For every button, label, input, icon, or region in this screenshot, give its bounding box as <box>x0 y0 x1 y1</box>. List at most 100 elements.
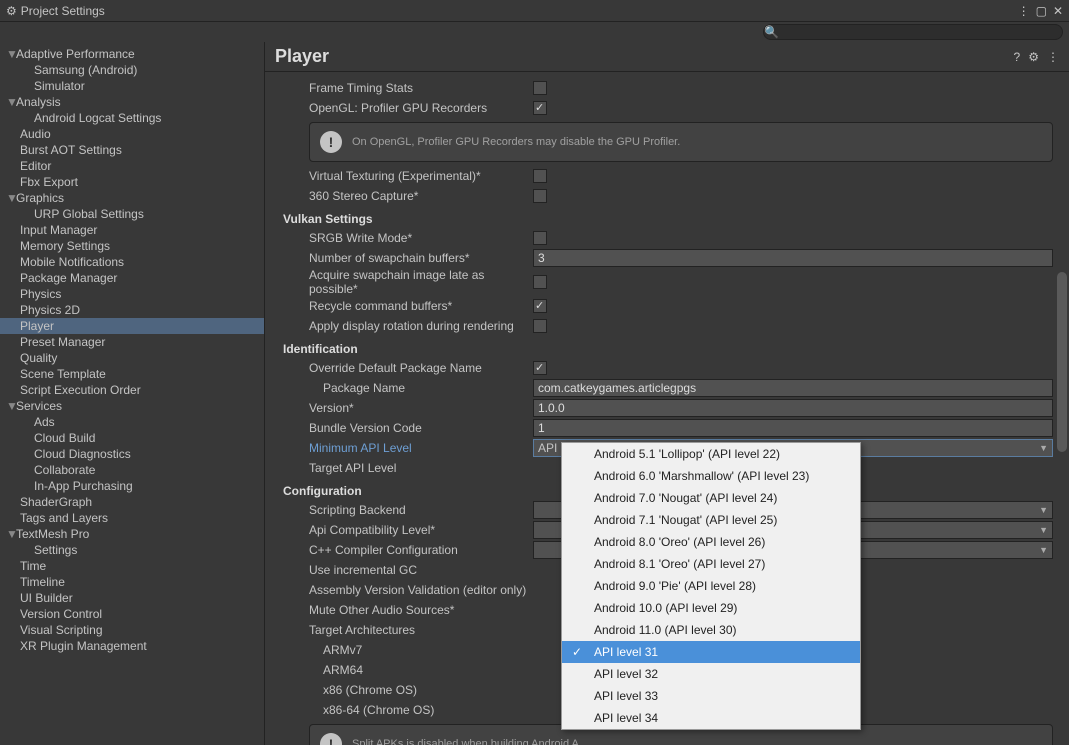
sidebar-item[interactable]: Scene Template <box>0 366 264 382</box>
dropdown-option[interactable]: Android 5.1 'Lollipop' (API level 22) <box>562 443 860 465</box>
sidebar-item[interactable]: Tags and Layers <box>0 510 264 526</box>
dropdown-option[interactable]: API level 34 <box>562 707 860 729</box>
acquire-late-checkbox[interactable] <box>533 275 547 289</box>
sidebar-item[interactable]: In-App Purchasing <box>0 478 264 494</box>
sidebar-item[interactable]: Preset Manager <box>0 334 264 350</box>
sidebar-item[interactable]: Ads <box>0 414 264 430</box>
dropdown-option[interactable]: API level 31 <box>562 641 860 663</box>
sidebar-item[interactable]: URP Global Settings <box>0 206 264 222</box>
opengl-profiler-checkbox[interactable] <box>533 101 547 115</box>
target-api-label: Target API Level <box>265 461 533 475</box>
dropdown-option[interactable]: Android 10.0 (API level 29) <box>562 597 860 619</box>
arm64-label: ARM64 <box>265 663 533 677</box>
sidebar-item[interactable]: Simulator <box>0 78 264 94</box>
titlebar: ⚙ Project Settings ⋮ ▢ ✕ <box>0 0 1069 22</box>
sidebar-item-label: Ads <box>34 415 55 429</box>
scrollbar-track[interactable] <box>1057 132 1067 725</box>
dropdown-option[interactable]: API level 33 <box>562 685 860 707</box>
dropdown-option[interactable]: Android 6.0 'Marshmallow' (API level 23) <box>562 465 860 487</box>
recycle-buffers-label: Recycle command buffers* <box>265 299 533 313</box>
sidebar-item[interactable]: Quality <box>0 350 264 366</box>
search-input[interactable] <box>763 24 1063 40</box>
close-icon[interactable]: ✕ <box>1053 4 1063 18</box>
sidebar-item-label: Cloud Diagnostics <box>34 447 131 461</box>
sidebar-item[interactable]: Samsung (Android) <box>0 62 264 78</box>
apply-rotation-checkbox[interactable] <box>533 319 547 333</box>
recycle-buffers-checkbox[interactable] <box>533 299 547 313</box>
package-name-label: Package Name <box>265 381 533 395</box>
sidebar-item[interactable]: ▼TextMesh Pro <box>0 526 264 542</box>
sidebar-item[interactable]: Fbx Export <box>0 174 264 190</box>
sidebar-item[interactable]: ▼Services <box>0 398 264 414</box>
chevron-icon: ▼ <box>6 399 16 413</box>
sidebar-item[interactable]: Physics <box>0 286 264 302</box>
sidebar-item-label: Physics <box>20 287 61 301</box>
assembly-validation-label: Assembly Version Validation (editor only… <box>265 583 533 597</box>
dropdown-option[interactable]: Android 9.0 'Pie' (API level 28) <box>562 575 860 597</box>
sidebar-item[interactable]: Mobile Notifications <box>0 254 264 270</box>
sidebar-item[interactable]: Visual Scripting <box>0 622 264 638</box>
bundle-code-label: Bundle Version Code <box>265 421 533 435</box>
chevron-down-icon: ▼ <box>1039 545 1048 555</box>
sidebar-item[interactable]: Cloud Build <box>0 430 264 446</box>
package-name-input[interactable] <box>533 379 1053 397</box>
sidebar-item[interactable]: Memory Settings <box>0 238 264 254</box>
sidebar-item[interactable]: Player <box>0 318 264 334</box>
sidebar-item-label: ShaderGraph <box>20 495 92 509</box>
settings-sidebar[interactable]: ▼Adaptive PerformanceSamsung (Android)Si… <box>0 42 265 745</box>
help-icon[interactable]: ? <box>1014 50 1021 64</box>
sidebar-item[interactable]: Timeline <box>0 574 264 590</box>
kebab-icon[interactable]: ⋮ <box>1018 4 1030 18</box>
scrollbar-thumb[interactable] <box>1057 272 1067 452</box>
sidebar-item[interactable]: ShaderGraph <box>0 494 264 510</box>
chevron-down-icon: ▼ <box>1039 443 1048 453</box>
sidebar-item[interactable]: Android Logcat Settings <box>0 110 264 126</box>
apply-rotation-label: Apply display rotation during rendering <box>265 319 533 333</box>
sidebar-item[interactable]: ▼Analysis <box>0 94 264 110</box>
settings-icon[interactable]: ⚙ <box>1028 50 1039 64</box>
override-package-checkbox[interactable] <box>533 361 547 375</box>
sidebar-item[interactable]: ▼Adaptive Performance <box>0 46 264 62</box>
player-settings-scroll: Frame Timing Stats OpenGL: Profiler GPU … <box>265 72 1069 745</box>
sidebar-item-label: Tags and Layers <box>20 511 108 525</box>
sidebar-item[interactable]: Settings <box>0 542 264 558</box>
min-api-label: Minimum API Level <box>265 441 533 455</box>
sidebar-item-label: Collaborate <box>34 463 95 477</box>
swapchain-buffers-input[interactable] <box>533 249 1053 267</box>
sidebar-item[interactable]: Physics 2D <box>0 302 264 318</box>
target-arch-label: Target Architectures <box>265 623 533 637</box>
stereo-capture-checkbox[interactable] <box>533 189 547 203</box>
bundle-code-input[interactable] <box>533 419 1053 437</box>
sidebar-item[interactable]: Input Manager <box>0 222 264 238</box>
sidebar-item[interactable]: Time <box>0 558 264 574</box>
sidebar-item[interactable]: Script Execution Order <box>0 382 264 398</box>
sidebar-item[interactable]: Audio <box>0 126 264 142</box>
dropdown-option[interactable]: Android 11.0 (API level 30) <box>562 619 860 641</box>
sidebar-item[interactable]: ▼Graphics <box>0 190 264 206</box>
sidebar-item[interactable]: Package Manager <box>0 270 264 286</box>
version-input[interactable] <box>533 399 1053 417</box>
dropdown-option[interactable]: API level 32 <box>562 663 860 685</box>
dropdown-option[interactable]: Android 8.1 'Oreo' (API level 27) <box>562 553 860 575</box>
dropdown-option[interactable]: Android 7.0 'Nougat' (API level 24) <box>562 487 860 509</box>
sidebar-item[interactable]: XR Plugin Management <box>0 638 264 654</box>
srgb-label: SRGB Write Mode* <box>265 231 533 245</box>
sidebar-item[interactable]: Editor <box>0 158 264 174</box>
sidebar-item[interactable]: UI Builder <box>0 590 264 606</box>
sidebar-item[interactable]: Burst AOT Settings <box>0 142 264 158</box>
api-level-dropdown-menu[interactable]: Android 5.1 'Lollipop' (API level 22)And… <box>561 442 861 730</box>
chevron-down-icon: ▼ <box>1039 525 1048 535</box>
gear-icon: ⚙ <box>6 4 17 18</box>
dropdown-option[interactable]: Android 7.1 'Nougat' (API level 25) <box>562 509 860 531</box>
sidebar-item[interactable]: Version Control <box>0 606 264 622</box>
more-icon[interactable]: ⋮ <box>1047 50 1059 64</box>
maximize-icon[interactable]: ▢ <box>1036 4 1047 18</box>
sidebar-item[interactable]: Cloud Diagnostics <box>0 446 264 462</box>
srgb-checkbox[interactable] <box>533 231 547 245</box>
sidebar-item-label: Burst AOT Settings <box>20 143 122 157</box>
sidebar-item[interactable]: Collaborate <box>0 462 264 478</box>
virtual-texturing-checkbox[interactable] <box>533 169 547 183</box>
dropdown-option[interactable]: Android 8.0 'Oreo' (API level 26) <box>562 531 860 553</box>
sidebar-item-label: Fbx Export <box>20 175 78 189</box>
frame-timing-checkbox[interactable] <box>533 81 547 95</box>
